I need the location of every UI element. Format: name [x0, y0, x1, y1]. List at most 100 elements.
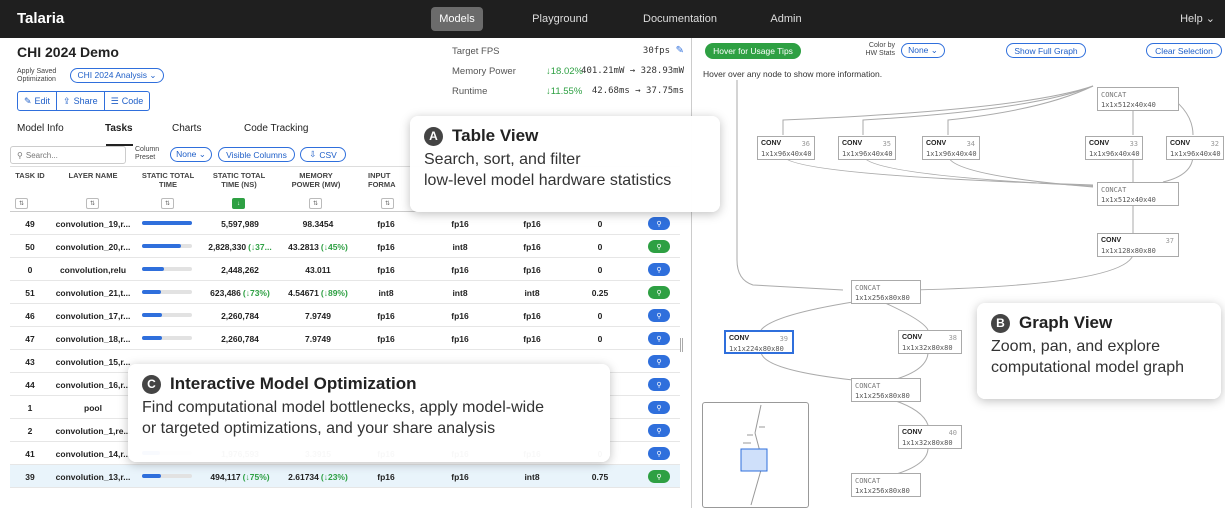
cell-weight-format: fp16	[451, 472, 469, 482]
inspect-row-button[interactable]: ⚲	[648, 263, 670, 276]
table-row[interactable]: 50 convolution_20,r... 2,828,330 (↓37... 43.…	[10, 235, 680, 258]
col-layer-name[interactable]: Layer Name	[58, 171, 128, 180]
help-menu[interactable]: Help ⌄	[1180, 12, 1215, 25]
usage-tips-button[interactable]: Hover for Usage Tips	[705, 43, 801, 59]
column-preset-select[interactable]: None ⌄	[170, 147, 212, 162]
graph-node-concat[interactable]: CONCAT 1x1x256x80x80	[851, 473, 921, 497]
inspect-row-button[interactable]: ⚲	[648, 355, 670, 368]
edit-button[interactable]: ✎ Edit	[18, 92, 58, 110]
search-icon: ⚲	[656, 404, 662, 412]
tab-model-info[interactable]: Model Info	[17, 123, 64, 134]
stat-target-fps: Target FPS 30fps ✎	[452, 45, 684, 57]
cell-static-time-ns: 494,117 (↓75%)	[202, 472, 278, 482]
inspect-row-button[interactable]: ⚲	[648, 309, 670, 322]
edit-fps-icon[interactable]: ✎	[676, 45, 684, 56]
cell-output-format: int8	[524, 472, 540, 482]
cell-static-time-ns: 2,260,784	[202, 334, 278, 344]
search-icon: ⚲	[656, 427, 662, 435]
sort-input-format[interactable]: ⇅	[381, 198, 394, 209]
cell-task-id: 49	[25, 219, 35, 229]
cell-weight-format: int8	[452, 288, 468, 298]
show-full-graph-button[interactable]: Show Full Graph	[1006, 43, 1086, 58]
graph-node-concat[interactable]: CONCAT 1x1x256x80x80	[851, 280, 921, 304]
tab-tasks[interactable]: Tasks	[105, 123, 133, 134]
sort-static-total-time-ns[interactable]: ↓	[232, 198, 245, 209]
power-value: 43.2813	[288, 242, 319, 252]
table-row[interactable]: 46 convolution_17,r... 2,260,784 7.9749 fp16…	[10, 304, 680, 327]
search-icon: ⚲	[656, 450, 662, 458]
cell-layer-name: convolution_15,r...	[55, 357, 131, 367]
cell-layer-name: convolution_18,r...	[55, 334, 131, 344]
col-input-format[interactable]: Input Forma	[368, 171, 408, 189]
time-bar-fill	[142, 336, 162, 340]
table-row[interactable]: 47 convolution_18,r... 2,260,784 7.9749 fp16…	[10, 327, 680, 350]
cell-memory-power: 43.011	[280, 265, 356, 275]
saved-optimization-label: Apply Saved Optimization	[17, 68, 57, 83]
graph-node-conv-33[interactable]: CONV 33 1x1x96x40x40	[1085, 136, 1143, 160]
time-bar-fill	[142, 221, 192, 225]
sort-task-id[interactable]: ⇅	[15, 198, 28, 209]
cell-task-id: 1	[27, 403, 33, 413]
top-bar: Talaria Models Playground Documentation …	[0, 0, 1225, 38]
cell-task-id: 47	[25, 334, 35, 344]
col-memory-power[interactable]: Memory Power (mW)	[286, 171, 346, 189]
graph-panel: Hover for Usage Tips Color by HW Stats N…	[693, 38, 1225, 508]
cell-weight-format: int8	[452, 242, 468, 252]
tab-code-tracking[interactable]: Code Tracking	[244, 123, 308, 134]
search-icon: ⚲	[656, 473, 662, 481]
table-row[interactable]: 51 convolution_21,t... 623,486 (↓73%) 4.5467…	[10, 281, 680, 304]
graph-minimap[interactable]	[702, 402, 809, 508]
graph-node-conv-34[interactable]: CONV 34 1x1x96x40x40	[922, 136, 980, 160]
inspect-row-button[interactable]: ⚲	[648, 217, 670, 230]
inspect-row-button[interactable]: ⚲	[648, 286, 670, 299]
sort-memory-power[interactable]: ⇅	[309, 198, 322, 209]
sort-layer-name[interactable]: ⇅	[86, 198, 99, 209]
stat-memory-power: Memory Power ↓18.02% 401.21mW → 328.93mW	[452, 66, 684, 77]
time-bar	[142, 313, 192, 317]
csv-button[interactable]: ⇩ CSV	[300, 147, 346, 162]
color-by-select[interactable]: None ⌄	[901, 43, 945, 58]
graph-node-conv-32[interactable]: CONV 32 1x1x96x40x40	[1166, 136, 1224, 160]
graph-node-conv-36[interactable]: CONV 36 1x1x96x40x40	[757, 136, 815, 160]
time-value: 5,597,989	[221, 219, 259, 229]
cell-sparsity: 0	[597, 311, 603, 321]
cell-task-id: 50	[25, 242, 35, 252]
graph-node-conv-37[interactable]: CONV 37 1x1x128x80x80	[1097, 233, 1179, 257]
nav-models[interactable]: Models	[431, 7, 483, 31]
col-static-total-time-ns[interactable]: Static Total Time (ns)	[206, 171, 272, 189]
inspect-row-button[interactable]: ⚲	[648, 401, 670, 414]
col-static-total-time[interactable]: Static Total Time	[138, 171, 198, 189]
nav-playground[interactable]: Playground	[530, 7, 590, 31]
table-row[interactable]: 49 convolution_19,r... 5,597,989 98.3454 fp1…	[10, 212, 680, 235]
cell-layer-name: convolution_21,t...	[55, 288, 131, 298]
clear-selection-button[interactable]: Clear Selection	[1146, 43, 1222, 58]
graph-node-conv-38[interactable]: CONV 38 1x1x32x80x80	[898, 330, 962, 354]
table-row[interactable]: 39 convolution_13,r... 494,117 (↓75%) 2.6173…	[10, 465, 680, 488]
panel-resize-handle[interactable]	[680, 338, 683, 352]
visible-columns-button[interactable]: Visible Columns	[218, 147, 295, 162]
inspect-row-button[interactable]: ⚲	[648, 470, 670, 483]
nav-admin[interactable]: Admin	[766, 7, 806, 31]
sort-static-total-time[interactable]: ⇅	[161, 198, 174, 209]
graph-node-conv-39-selected[interactable]: CONV 39 1x1x224x80x80	[724, 330, 794, 354]
inspect-row-button[interactable]: ⚲	[648, 424, 670, 437]
graph-node-concat[interactable]: CONCAT 1x1x512x40x40	[1097, 87, 1179, 111]
graph-node-concat[interactable]: CONCAT 1x1x512x40x40	[1097, 182, 1179, 206]
cell-sparsity: 0	[597, 334, 603, 344]
search-input[interactable]: ⚲ Search...	[10, 146, 126, 164]
model-graph[interactable]: CONCAT 1x1x512x40x40 CONV 36 1x1x96x40x4…	[693, 80, 1225, 508]
inspect-row-button[interactable]: ⚲	[648, 332, 670, 345]
code-button[interactable]: ☰ Code	[105, 92, 150, 110]
graph-node-conv-40[interactable]: CONV 40 1x1x32x80x80	[898, 425, 962, 449]
inspect-row-button[interactable]: ⚲	[648, 240, 670, 253]
inspect-row-button[interactable]: ⚲	[648, 447, 670, 460]
graph-node-conv-35[interactable]: CONV 35 1x1x96x40x40	[838, 136, 896, 160]
table-row[interactable]: 0 convolution,relu 2,448,262 43.011 fp16 fp16…	[10, 258, 680, 281]
graph-node-concat[interactable]: CONCAT 1x1x256x80x80	[851, 378, 921, 402]
col-task-id[interactable]: Task ID	[12, 171, 48, 180]
saved-optimization-select[interactable]: CHI 2024 Analysis ⌄	[70, 68, 164, 83]
nav-documentation[interactable]: Documentation	[640, 7, 720, 31]
inspect-row-button[interactable]: ⚲	[648, 378, 670, 391]
share-button[interactable]: ⇪ Share	[57, 92, 105, 110]
tab-charts[interactable]: Charts	[172, 123, 201, 134]
